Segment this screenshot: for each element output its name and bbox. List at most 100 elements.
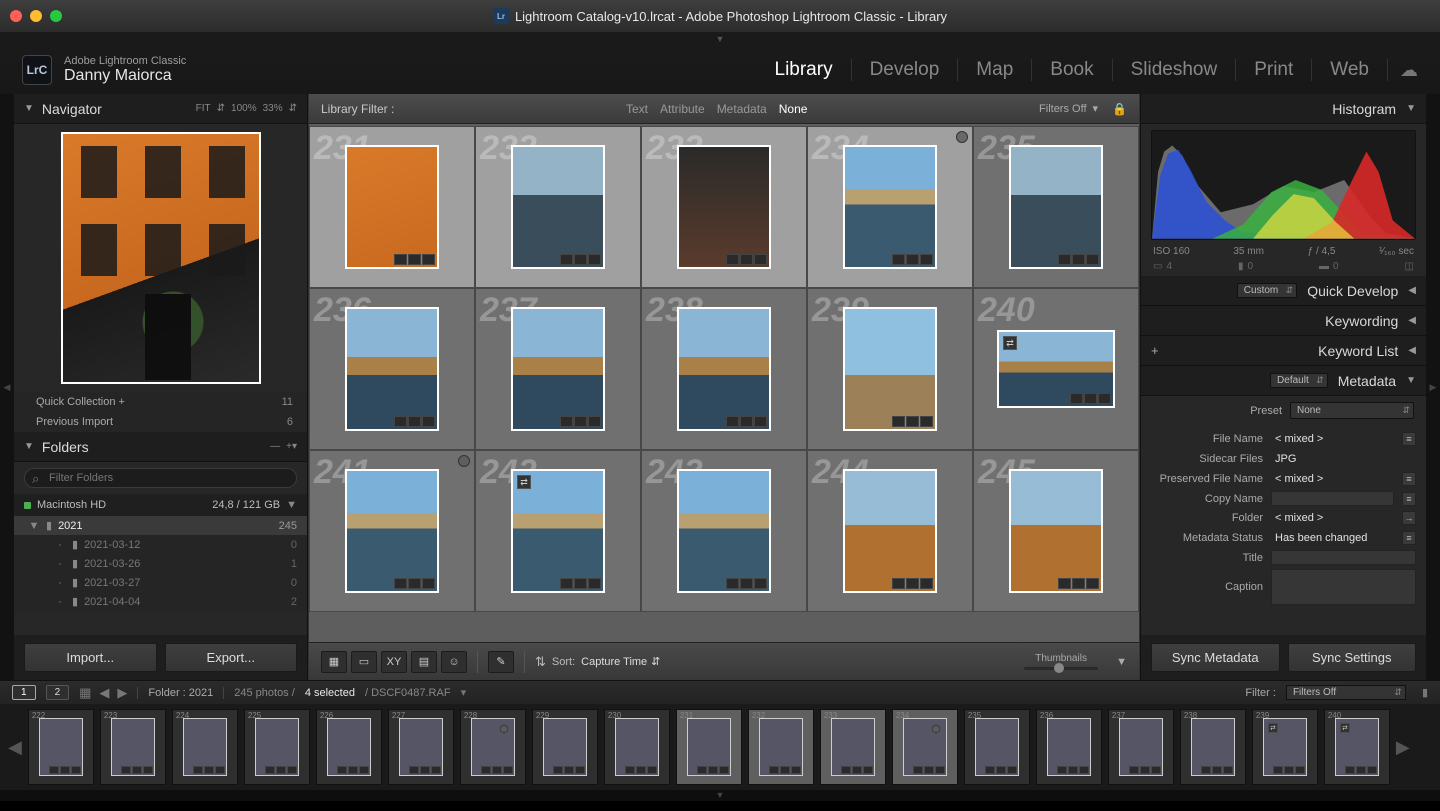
sync-metadata-button[interactable]: Sync Metadata bbox=[1151, 643, 1280, 672]
filmstrip-cell[interactable]: 230 bbox=[604, 709, 670, 785]
export-button[interactable]: Export... bbox=[165, 643, 298, 672]
folder-row[interactable]: ·▮2021-03-120 bbox=[14, 535, 307, 554]
filters-off-label[interactable]: Filters Off bbox=[1039, 103, 1086, 115]
metadata-action-icon[interactable]: ≡ bbox=[1402, 432, 1416, 446]
flag-icon[interactable] bbox=[956, 131, 968, 143]
filmstrip-cell[interactable]: 225 bbox=[244, 709, 310, 785]
filmstrip-cell[interactable]: 227 bbox=[388, 709, 454, 785]
volume-row[interactable]: Macintosh HD 24,8 / 121 GB▼ bbox=[14, 494, 307, 516]
filmstrip-cell[interactable]: 233 bbox=[820, 709, 886, 785]
volume-disclosure-icon[interactable]: ▼ bbox=[286, 499, 297, 511]
quick-develop-preset[interactable]: Custom bbox=[1237, 283, 1297, 298]
grid-cell[interactable]: 244 bbox=[807, 450, 973, 612]
module-book[interactable]: Book bbox=[1032, 59, 1112, 81]
filter-tab-none[interactable]: None bbox=[773, 102, 814, 116]
folders-minus-icon[interactable]: — bbox=[270, 441, 280, 452]
filmstrip-cell[interactable]: 229 bbox=[532, 709, 598, 785]
sync-settings-button[interactable]: Sync Settings bbox=[1288, 643, 1417, 672]
filmstrip-cell[interactable]: 222 bbox=[28, 709, 94, 785]
thumbnail-grid[interactable]: 231 232 233 234 235 236 237 238 239 240 … bbox=[309, 124, 1139, 642]
grid-cell[interactable]: 233 bbox=[641, 126, 807, 288]
traffic-zoom[interactable] bbox=[50, 10, 62, 22]
flag-icon[interactable] bbox=[458, 455, 470, 467]
metadata-action-icon[interactable]: → bbox=[1402, 511, 1416, 525]
metadata-action-icon[interactable]: ≡ bbox=[1402, 472, 1416, 486]
metadata-value[interactable] bbox=[1271, 569, 1416, 605]
filmstrip-cell[interactable]: 224 bbox=[172, 709, 238, 785]
keyword-add-icon[interactable]: + bbox=[1151, 343, 1159, 358]
filmstrip-cell[interactable]: 236 bbox=[1036, 709, 1102, 785]
grid-cell[interactable]: 232 bbox=[475, 126, 641, 288]
filter-lock-icon[interactable]: 🔒 bbox=[1112, 102, 1127, 116]
bottom-panel-collapse[interactable]: ▼ bbox=[0, 790, 1440, 801]
grid-cell[interactable]: 241 bbox=[309, 450, 475, 612]
view-grid-button[interactable]: ▦ bbox=[321, 651, 347, 673]
filter-preset-select[interactable]: Filters Off bbox=[1286, 685, 1406, 700]
breadcrumb-menu-icon[interactable]: ▾ bbox=[461, 686, 467, 699]
filter-tab-text[interactable]: Text bbox=[620, 102, 654, 116]
filmstrip-cell[interactable]: 228 bbox=[460, 709, 526, 785]
grid-cell[interactable]: 234 bbox=[807, 126, 973, 288]
nav-zoom-fit[interactable]: FIT bbox=[196, 103, 211, 114]
filter-tab-attribute[interactable]: Attribute bbox=[654, 102, 711, 116]
metadata-action-icon[interactable]: ≡ bbox=[1402, 492, 1416, 506]
view-compare-button[interactable]: XY bbox=[381, 651, 407, 673]
module-print[interactable]: Print bbox=[1236, 59, 1312, 81]
breadcrumb[interactable]: Folder : 2021 bbox=[148, 687, 213, 699]
filmstrip-scroll-right[interactable]: ▶ bbox=[1396, 737, 1410, 758]
module-map[interactable]: Map bbox=[958, 59, 1032, 81]
cloud-sync-icon[interactable]: ☁ bbox=[1400, 60, 1418, 81]
painter-tool-button[interactable]: ✎ bbox=[488, 651, 514, 673]
metadata-header[interactable]: Default Metadata▼ bbox=[1141, 366, 1426, 396]
catalog-row[interactable]: Previous Import6 bbox=[14, 412, 307, 432]
thumbnail-size-slider[interactable] bbox=[1024, 667, 1098, 670]
metadata-value[interactable] bbox=[1271, 550, 1416, 565]
keywording-header[interactable]: Keywording◀ bbox=[1141, 306, 1426, 336]
grid-view-icon[interactable]: ▦ bbox=[79, 685, 91, 701]
histogram-header[interactable]: Histogram▼ bbox=[1141, 94, 1426, 124]
module-slideshow[interactable]: Slideshow bbox=[1113, 59, 1237, 81]
view-people-button[interactable]: ☺ bbox=[441, 651, 467, 673]
module-develop[interactable]: Develop bbox=[852, 59, 959, 81]
grid-cell[interactable]: 243 bbox=[641, 450, 807, 612]
filmstrip-cell[interactable]: 237 bbox=[1108, 709, 1174, 785]
view-survey-button[interactable]: ▤ bbox=[411, 651, 437, 673]
folder-filter-input[interactable] bbox=[24, 468, 297, 488]
grid-cell[interactable]: 237 bbox=[475, 288, 641, 450]
filmstrip-cell[interactable]: 240 ⇄ bbox=[1324, 709, 1390, 785]
metadata-value[interactable] bbox=[1271, 491, 1394, 506]
filmstrip[interactable]: ◀ 222 223 224 225 226 227 228 229 230 23… bbox=[0, 704, 1440, 790]
filmstrip-cell[interactable]: 239 ⇄ bbox=[1252, 709, 1318, 785]
filmstrip-cell[interactable]: 231 bbox=[676, 709, 742, 785]
folder-row[interactable]: ·▮2021-03-270 bbox=[14, 573, 307, 592]
top-panel-collapse[interactable]: ▼ bbox=[0, 32, 1440, 46]
metadata-preset-select[interactable]: None bbox=[1290, 402, 1414, 419]
grid-cell[interactable]: 231 bbox=[309, 126, 475, 288]
filmstrip-cell[interactable]: 235 bbox=[964, 709, 1030, 785]
quick-develop-header[interactable]: Custom Quick Develop◀ bbox=[1141, 276, 1426, 306]
folder-row[interactable]: ▼▮2021245 bbox=[14, 516, 307, 535]
filmstrip-cell[interactable]: 226 bbox=[316, 709, 382, 785]
filmstrip-cell[interactable]: 232 bbox=[748, 709, 814, 785]
grid-cell[interactable]: 245 bbox=[973, 450, 1139, 612]
histogram-display[interactable] bbox=[1151, 130, 1416, 240]
go-forward-icon[interactable]: ▶ bbox=[117, 685, 127, 701]
navigator-preview[interactable] bbox=[61, 132, 261, 384]
filmstrip-cell[interactable]: 223 bbox=[100, 709, 166, 785]
folder-row[interactable]: ·▮2021-04-042 bbox=[14, 592, 307, 611]
sort-direction-icon[interactable]: ⇅ bbox=[535, 654, 546, 670]
keyword-list-header[interactable]: + Keyword List◀ bbox=[1141, 336, 1426, 366]
right-panel-collapse[interactable]: ▶ bbox=[1426, 94, 1440, 680]
filmstrip-cell[interactable]: 238 bbox=[1180, 709, 1246, 785]
filter-tab-metadata[interactable]: Metadata bbox=[711, 102, 773, 116]
nav-zoom-pct[interactable]: 33% bbox=[263, 103, 283, 114]
folders-plus-icon[interactable]: +▾ bbox=[286, 441, 297, 452]
traffic-minimize[interactable] bbox=[30, 10, 42, 22]
filmstrip-scroll-left[interactable]: ◀ bbox=[8, 737, 22, 758]
metadata-action-icon[interactable]: ≡ bbox=[1402, 531, 1416, 545]
filters-off-chevron-icon[interactable]: ▾ bbox=[1093, 102, 1099, 115]
filter-switch-icon[interactable]: ▮ bbox=[1422, 686, 1428, 699]
import-button[interactable]: Import... bbox=[24, 643, 157, 672]
catalog-row[interactable]: Quick Collection +11 bbox=[14, 392, 307, 412]
grid-cell[interactable]: 235 bbox=[973, 126, 1139, 288]
